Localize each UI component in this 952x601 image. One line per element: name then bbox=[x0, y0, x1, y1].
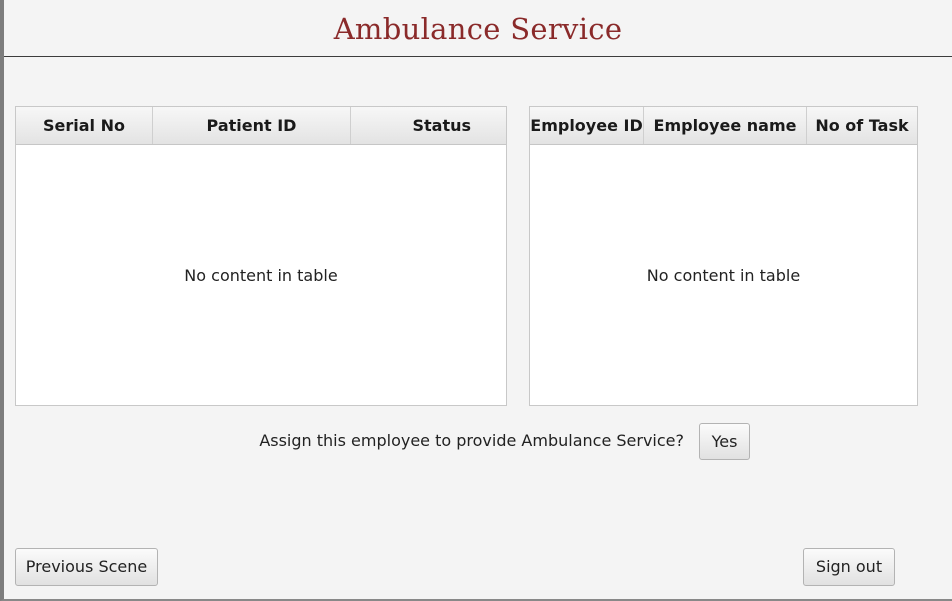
employees-table-placeholder: No content in table bbox=[646, 265, 801, 285]
patients-table-placeholder: No content in table bbox=[184, 265, 338, 285]
patients-table-header: Serial No Patient ID Status bbox=[16, 107, 506, 145]
assign-prompt: Assign this employee to provide Ambulanc… bbox=[259, 431, 684, 450]
column-header-employee-name[interactable]: Employee name bbox=[644, 107, 807, 144]
column-header-patient-id[interactable]: Patient ID bbox=[153, 107, 351, 144]
previous-scene-button[interactable]: Previous Scene bbox=[15, 548, 158, 586]
page-title: Ambulance Service bbox=[333, 12, 623, 46]
column-header-status[interactable]: Status bbox=[351, 107, 506, 144]
employees-table[interactable]: Employee ID Employee name No of Task No … bbox=[529, 106, 918, 406]
title-bar: Ambulance Service bbox=[4, 0, 952, 57]
patients-table[interactable]: Serial No Patient ID Status No content i… bbox=[15, 106, 507, 406]
column-header-no-of-task[interactable]: No of Task bbox=[807, 107, 917, 144]
employees-table-header: Employee ID Employee name No of Task bbox=[530, 107, 917, 145]
column-header-employee-id[interactable]: Employee ID bbox=[530, 107, 644, 144]
sign-out-button[interactable]: Sign out bbox=[803, 548, 895, 586]
app-window: Ambulance Service Serial No Patient ID S… bbox=[0, 0, 952, 601]
yes-button[interactable]: Yes bbox=[699, 423, 750, 460]
column-header-serial-no[interactable]: Serial No bbox=[16, 107, 153, 144]
